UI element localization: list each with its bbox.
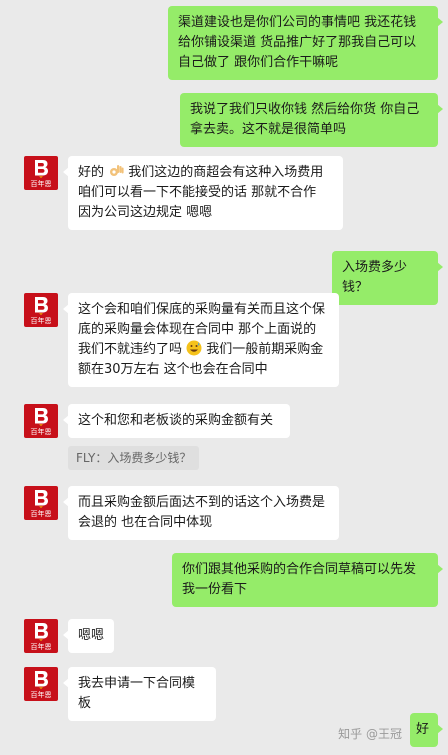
message-bubble-outgoing[interactable]: 好 — [410, 713, 443, 747]
contact-avatar[interactable]: 百年恩 — [24, 619, 58, 653]
chat-window: 渠道建设也是你们公司的事情吧 我还花钱给你铺设渠道 货品推广好了那我自己可以自己… — [0, 0, 448, 755]
avatar-brand-text: 百年恩 — [30, 428, 52, 436]
message-text: 入场费多少钱？ — [342, 260, 408, 295]
brand-logo-icon — [35, 160, 48, 178]
brand-logo-icon — [35, 671, 48, 689]
avatar-brand-text: 百年恩 — [30, 180, 52, 188]
contact-avatar[interactable]: 百年恩 — [24, 486, 58, 520]
message-text: 好的 — [78, 165, 105, 180]
brand-logo-icon — [35, 490, 48, 508]
message-bubble-incoming[interactable]: 我去申请一下合同模板 — [63, 667, 216, 721]
brand-logo-icon — [35, 623, 48, 641]
message-text: 你们跟其他采购的合作合同草稿可以先发我一份看下 — [182, 562, 417, 597]
brand-logo-icon — [35, 408, 48, 426]
message-text: 渠道建设也是你们公司的事情吧 我还花钱给你铺设渠道 货品推广好了那我自己可以自己… — [178, 15, 417, 70]
contact-avatar[interactable]: 百年恩 — [24, 667, 58, 701]
message-bubble-incoming[interactable]: 这个会和咱们保底的采购量有关而且这个保底的采购量会体现在合同中 那个上面说的我们… — [63, 293, 339, 387]
watermark: 知乎 @王冠 — [338, 727, 402, 741]
message-bubble-outgoing[interactable]: 我说了我们只收你钱 然后给你货 你自己拿去卖。这不就是很简单吗 — [180, 93, 443, 147]
quoted-message[interactable]: FLY：入场费多少钱？ — [68, 446, 200, 470]
grin-sweat-emoji-icon — [186, 340, 202, 356]
message-text: 好 — [416, 722, 430, 737]
quoted-text: FLY：入场费多少钱？ — [76, 451, 192, 465]
message-bubble-outgoing[interactable]: 入场费多少钱？ — [332, 251, 443, 305]
message-bubble-incoming[interactable]: 而且采购金额后面达不到的话这个入场费是会退的 也在合同中体现 — [63, 486, 339, 540]
message-bubble-incoming[interactable]: 这个和您和老板谈的采购金额有关 — [63, 404, 290, 438]
contact-avatar[interactable]: 百年恩 — [24, 404, 58, 438]
avatar-brand-text: 百年恩 — [30, 510, 52, 518]
contact-avatar[interactable]: 百年恩 — [24, 293, 58, 327]
message-text: 这个和您和老板谈的采购金额有关 — [78, 413, 274, 428]
message-bubble-incoming[interactable]: 好的 我们这边的商超会有这种入场费用 咱们可以看一下不能接受的话 那就不合作 因… — [63, 156, 343, 230]
contact-avatar[interactable]: 百年恩 — [24, 156, 58, 190]
ok-hand-emoji-icon — [110, 165, 124, 176]
avatar-brand-text: 百年恩 — [30, 691, 52, 699]
message-text: 我说了我们只收你钱 然后给你货 你自己拿去卖。这不就是很简单吗 — [190, 102, 420, 137]
message-text: 我去申请一下合同模板 — [78, 676, 196, 711]
message-bubble-outgoing[interactable]: 渠道建设也是你们公司的事情吧 我还花钱给你铺设渠道 货品推广好了那我自己可以自己… — [168, 6, 443, 80]
message-bubble-incoming[interactable]: 嗯嗯 — [63, 619, 114, 653]
message-text: 嗯嗯 — [78, 628, 105, 643]
message-bubble-outgoing[interactable]: 你们跟其他采购的合作合同草稿可以先发我一份看下 — [172, 553, 443, 607]
avatar-brand-text: 百年恩 — [30, 317, 52, 325]
message-text: 而且采购金额后面达不到的话这个入场费是会退的 也在合同中体现 — [78, 495, 326, 530]
avatar-brand-text: 百年恩 — [30, 643, 52, 651]
brand-logo-icon — [35, 297, 48, 315]
